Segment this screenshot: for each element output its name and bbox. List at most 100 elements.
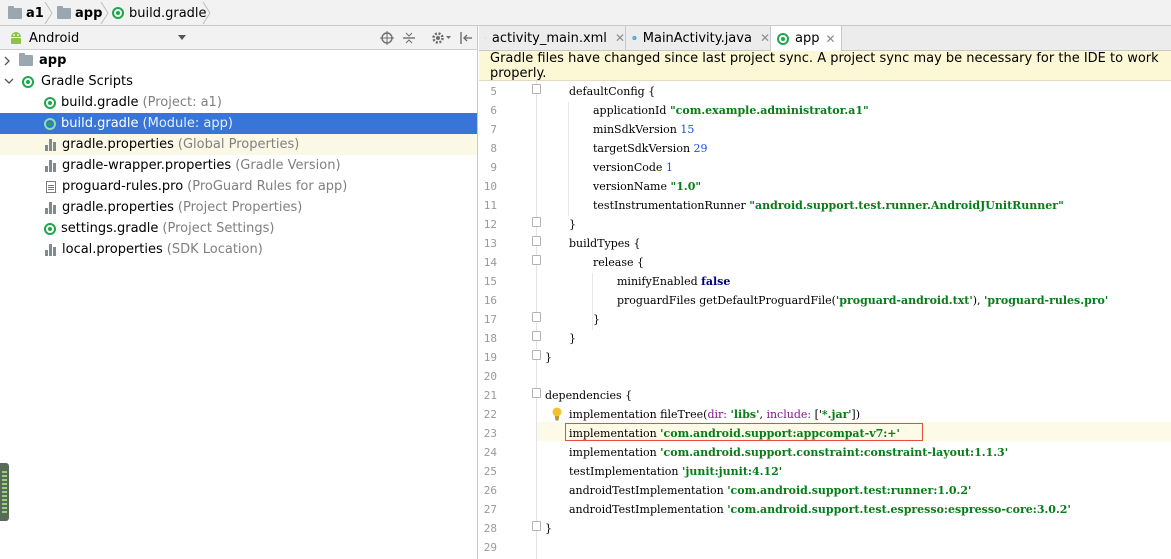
tree-item-gradle-properties-project[interactable]: gradle.properties (Project Properties) [0, 197, 477, 218]
code-line[interactable]: } [545, 310, 600, 329]
view-selector-label: Android [29, 30, 80, 46]
fold-marker[interactable] [532, 350, 541, 360]
breadcrumb-separator [202, 2, 211, 24]
navigation-bar: a1 app build.gradle [0, 0, 1171, 26]
tab-label: MainActivity.java [642, 30, 752, 46]
tree-item-gradle-properties-global[interactable]: gradle.properties (Global Properties) [0, 134, 477, 155]
tree-item-gradle-wrapper-properties[interactable]: gradle-wrapper.properties (Gradle Versio… [0, 155, 477, 176]
code-line[interactable]: defaultConfig { [545, 82, 655, 101]
locate-icon[interactable] [380, 31, 394, 45]
fold-marker[interactable] [532, 255, 541, 265]
code-line[interactable]: versionName "1.0" [545, 177, 701, 196]
chevron-right-icon[interactable] [4, 56, 11, 66]
tree-item-hint: (Global Properties) [177, 137, 300, 152]
code-line[interactable]: versionCode 1 [545, 158, 673, 177]
code-line[interactable]: } [545, 519, 552, 538]
line-number: 6 [490, 104, 497, 117]
line-number: 24 [483, 446, 497, 459]
tab-activity-main-xml[interactable]: <> activity_main.xml ✕ [479, 26, 626, 50]
chevron-down-icon[interactable] [4, 78, 14, 85]
folder-icon [57, 5, 71, 19]
tree-item-build-gradle-module[interactable]: build.gradle (Module: app) [0, 113, 477, 134]
close-icon[interactable]: ✕ [760, 31, 770, 45]
collapse-all-icon[interactable] [402, 31, 416, 45]
tree-item-build-gradle-project[interactable]: build.gradle (Project: a1) [0, 92, 477, 113]
tree-item-hint: (Module: app) [142, 116, 233, 131]
tree-item-local-properties[interactable]: local.properties (SDK Location) [0, 239, 477, 260]
code-line[interactable]: testInstrumentationRunner "android.suppo… [545, 196, 1064, 215]
sync-notification: Gradle files have changed since last pro… [479, 51, 1171, 81]
gradle-icon [44, 222, 56, 235]
tab-label: activity_main.xml [491, 30, 607, 46]
code-line[interactable]: androidTestImplementation 'com.android.s… [545, 481, 971, 500]
code-line[interactable]: release { [545, 253, 644, 272]
gear-icon[interactable] [431, 31, 445, 45]
fold-marker[interactable] [532, 217, 541, 227]
fold-marker[interactable] [532, 236, 541, 246]
code-line[interactable]: minSdkVersion 15 [545, 120, 694, 139]
line-number: 11 [483, 199, 497, 212]
properties-icon [45, 201, 57, 214]
code-line[interactable]: } [545, 215, 576, 234]
code-line[interactable]: implementation 'com.android.support.cons… [545, 443, 1008, 462]
lightbulb-icon[interactable] [551, 407, 563, 421]
gradle-icon [22, 75, 34, 88]
code-line[interactable]: testImplementation 'junit:junit:4.12' [545, 462, 782, 481]
line-number: 14 [483, 256, 497, 269]
code-line[interactable]: applicationId "com.example.administrator… [545, 101, 869, 120]
line-number: 12 [483, 218, 497, 231]
tree-item-hint: (Project: a1) [142, 95, 222, 110]
line-number: 7 [490, 123, 497, 136]
code-line[interactable]: proguardFiles getDefaultProguardFile('pr… [545, 291, 1108, 310]
line-number: 25 [483, 465, 497, 478]
code-line[interactable]: targetSdkVersion 29 [545, 139, 708, 158]
tree-item-settings-gradle[interactable]: settings.gradle (Project Settings) [0, 218, 477, 239]
tree-item-hint: (SDK Location) [166, 242, 263, 257]
side-strip-handle[interactable] [0, 463, 9, 521]
tab-label: app [795, 31, 820, 46]
hide-panel-icon[interactable] [459, 31, 473, 45]
fold-marker[interactable] [532, 388, 541, 398]
line-number: 26 [483, 484, 497, 497]
tree-item-label: local.properties [62, 242, 163, 257]
tree-item-label: Gradle Scripts [41, 74, 133, 89]
line-number: 18 [483, 332, 497, 345]
code-line[interactable]: minifyEnabled false [545, 272, 730, 291]
code-line[interactable]: buildTypes { [545, 234, 640, 253]
tree-item-proguard-rules[interactable]: proguard-rules.pro (ProGuard Rules for a… [0, 176, 477, 197]
chevron-down-icon[interactable] [178, 35, 186, 41]
code-line[interactable]: } [545, 348, 552, 367]
tree-item-hint: (ProGuard Rules for app) [187, 179, 348, 194]
line-number: 28 [483, 522, 497, 535]
tree-item-label: app [39, 53, 67, 68]
properties-icon [45, 138, 57, 151]
editor-tabs: <> activity_main.xml ✕ c MainActivity.ja… [479, 26, 1171, 51]
tree-item-gradle-scripts[interactable]: Gradle Scripts [0, 71, 477, 92]
code-line[interactable]: dependencies { [545, 386, 632, 405]
view-selector[interactable]: Android [8, 29, 79, 47]
highlight-annotation-box [565, 423, 923, 441]
fold-marker[interactable] [532, 331, 541, 341]
close-icon[interactable]: ✕ [825, 32, 835, 46]
tree-item-app[interactable]: app [0, 50, 477, 71]
close-icon[interactable]: ✕ [615, 31, 625, 45]
breadcrumb-module[interactable]: app [57, 0, 102, 26]
line-number: 29 [483, 541, 497, 554]
breadcrumb-file[interactable]: build.gradle [112, 0, 207, 26]
breadcrumb-project[interactable]: a1 [8, 0, 44, 26]
text-file-icon [46, 180, 56, 193]
fold-marker[interactable] [532, 312, 541, 322]
code-line[interactable]: implementation fileTree(dir: 'libs', inc… [545, 405, 860, 424]
tab-app-build-gradle[interactable]: app ✕ [771, 26, 842, 51]
tab-mainactivity-java[interactable]: c MainActivity.java ✕ [626, 26, 771, 50]
fold-marker[interactable] [532, 84, 541, 94]
tree-item-hint: (Gradle Version) [235, 158, 341, 173]
tree-item-label: build.gradle [61, 116, 139, 131]
project-panel: Android app Gradle Scripts build.gradle … [0, 26, 478, 559]
code-line[interactable]: } [545, 329, 576, 348]
code-line[interactable]: androidTestImplementation 'com.android.s… [545, 500, 1071, 519]
fold-marker[interactable] [532, 521, 541, 531]
tree-item-label: gradle-wrapper.properties [62, 158, 232, 173]
chevron-down-icon[interactable] [446, 36, 451, 40]
line-number: 21 [483, 389, 497, 402]
